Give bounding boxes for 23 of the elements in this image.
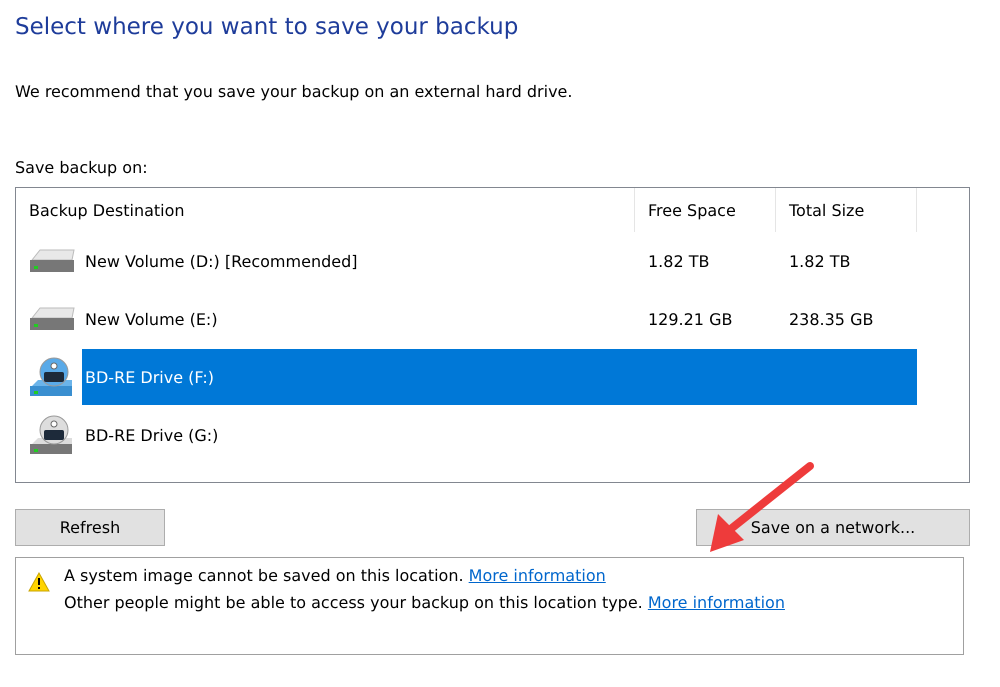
destination-item[interactable]: New Volume (D:) [Recommended] (82, 233, 635, 289)
warning-message: Other people might be able to access your backup on this location type. More information (64, 592, 785, 614)
destination-item[interactable]: New Volume (E:) (82, 291, 635, 347)
free-space-cell-text: 129.21 GB (647, 308, 734, 330)
warning-icon (28, 572, 50, 592)
column-header[interactable]: Backup Destination (16, 188, 635, 232)
total-size-cell-text: 238.35 GB (788, 308, 874, 330)
page-title: Select where you want to save your backup (15, 13, 520, 42)
more-information-link[interactable]: More information (648, 593, 785, 612)
more-information-link[interactable]: More information (468, 566, 606, 585)
total-size-cell-text: 1.82 TB (788, 250, 852, 272)
network-button[interactable]: Save on a network... (696, 509, 970, 546)
column-header[interactable]: Free Space (635, 188, 776, 232)
warning-message: A system image cannot be saved on this location. More information (64, 565, 607, 587)
destination-item[interactable]: BD-RE Drive (G:) (82, 407, 635, 463)
free-space-cell-text: 1.82 TB (647, 250, 710, 272)
column-header[interactable]: Total Size (776, 188, 917, 232)
hard-drive-icon (28, 248, 76, 274)
refresh-button[interactable]: Refresh (15, 509, 165, 546)
hard-drive-icon (28, 306, 76, 332)
recommendation-text: We recommend that you save your backup on an external hard drive. (15, 82, 574, 101)
destination-item[interactable]: BD-RE Drive (F:) (82, 349, 635, 405)
list-label: Save backup on: (15, 158, 149, 177)
